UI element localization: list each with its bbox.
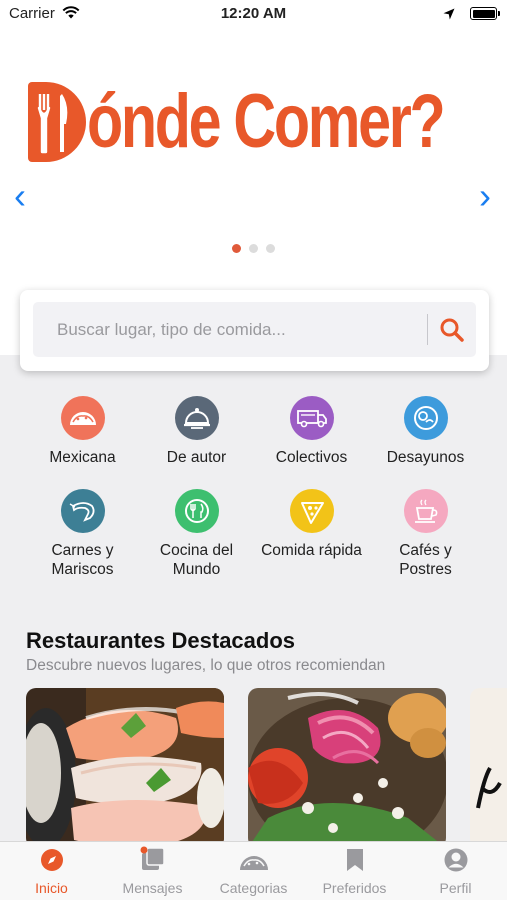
tab-label: Perfil	[439, 880, 472, 896]
sushi-photo	[26, 688, 224, 843]
category-cafes-postres[interactable]: Cafés y Postres	[363, 489, 488, 579]
shrimp-icon	[60, 489, 105, 533]
restaurant-card[interactable]	[248, 688, 446, 843]
category-de-autor[interactable]: De autor	[134, 396, 259, 467]
tab-perfil[interactable]: Perfil	[405, 842, 506, 900]
messages-icon	[102, 842, 203, 872]
category-label: Carnes y Mariscos	[51, 542, 114, 578]
category-desayunos[interactable]: Desayunos	[363, 396, 488, 467]
search-field	[33, 302, 476, 357]
status-bar: Carrier 12:20 AM	[0, 0, 507, 27]
carousel-prev-button[interactable]: ‹	[14, 178, 26, 214]
clock: 12:20 AM	[220, 5, 287, 22]
tab-label: Preferidos	[322, 880, 387, 896]
bookmark-icon	[304, 842, 405, 872]
category-mexicana[interactable]: Mexicana	[20, 396, 145, 467]
category-label: De autor	[166, 449, 227, 466]
search-input[interactable]	[33, 302, 428, 357]
pizza-slice-icon	[289, 489, 334, 533]
featured-subtitle: Descubre nuevos lugares, lo que otros re…	[26, 657, 386, 674]
category-colectivos[interactable]: Colectivos	[249, 396, 374, 467]
carousel-page-indicator[interactable]	[0, 244, 507, 253]
tab-inicio[interactable]: Inicio	[1, 842, 102, 900]
carousel-next-button[interactable]: ›	[479, 178, 491, 214]
user-icon	[405, 842, 506, 872]
fork-knife-icon	[37, 94, 68, 154]
tab-mensajes[interactable]: Mensajes	[102, 842, 203, 900]
search-card	[20, 290, 489, 371]
tostada-photo	[248, 688, 446, 843]
carousel-dot[interactable]	[266, 244, 275, 253]
featured-title: Restaurantes Destacados	[26, 628, 296, 653]
tab-categorias[interactable]: Categorias	[203, 842, 304, 900]
food-truck-icon	[289, 396, 334, 440]
tab-label: Categorias	[219, 880, 288, 896]
category-label: Cocina del Mundo	[159, 542, 234, 578]
category-label: Cafés y Postres	[399, 542, 452, 578]
tab-preferidos[interactable]: Preferidos	[304, 842, 405, 900]
taco-outline-icon	[203, 842, 304, 872]
category-label: Desayunos	[386, 449, 465, 466]
category-comida-rapida[interactable]: Comida rápida	[249, 489, 374, 560]
category-label: Comida rápida	[261, 542, 362, 559]
carousel-dot[interactable]	[249, 244, 258, 253]
logo-wordmark: ónde Comer?	[87, 79, 446, 164]
restaurant-card[interactable]	[26, 688, 224, 843]
category-carnes-mariscos[interactable]: Carnes y Mariscos	[20, 489, 145, 579]
featured-carousel[interactable]	[0, 688, 507, 843]
tab-label: Inicio	[35, 880, 68, 896]
app-logo: ónde Comer?	[28, 77, 507, 162]
category-cocina-mundo[interactable]: Cocina del Mundo	[134, 489, 259, 579]
sign-photo	[470, 688, 507, 843]
carousel-dot[interactable]	[232, 244, 241, 253]
logo-d-letter	[28, 82, 86, 162]
battery-icon	[470, 7, 500, 20]
search-icon[interactable]	[438, 316, 466, 344]
coffee-cup-icon	[403, 489, 448, 533]
breakfast-plate-icon	[403, 396, 448, 440]
location-arrow-icon	[443, 7, 455, 24]
taco-icon	[60, 396, 105, 440]
world-cuisine-icon	[174, 489, 219, 533]
search-divider	[427, 314, 428, 345]
tab-bar: Inicio Mensajes Categorias Preferidos Pe…	[0, 841, 507, 900]
category-label: Mexicana	[49, 449, 116, 466]
category-label: Colectivos	[275, 449, 348, 466]
tab-label: Mensajes	[122, 880, 183, 896]
compass-icon	[1, 842, 102, 872]
restaurant-card[interactable]	[470, 688, 507, 843]
cloche-icon	[174, 396, 219, 440]
